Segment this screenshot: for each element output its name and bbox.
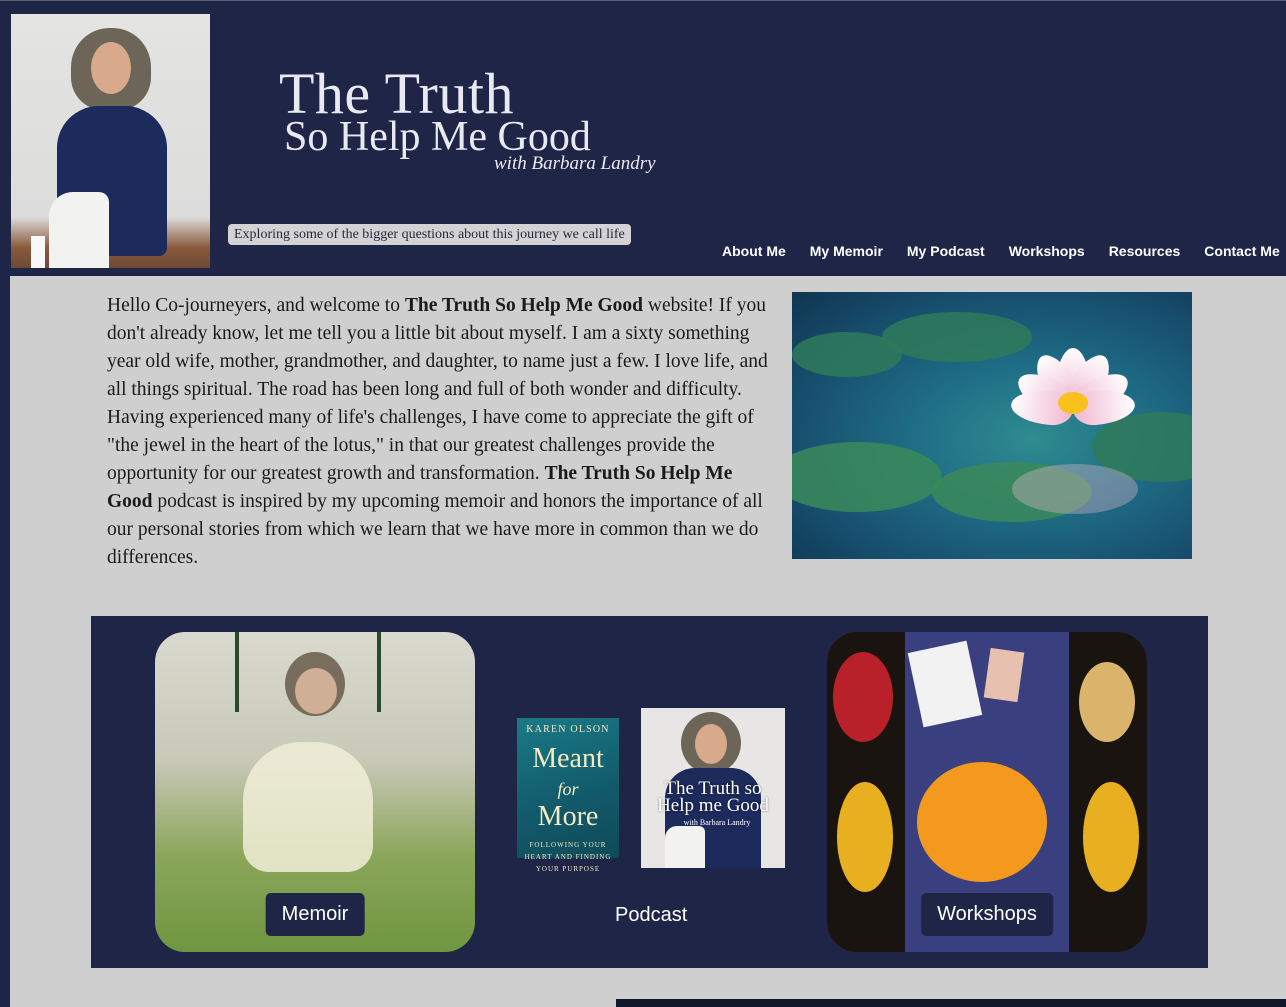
nav-workshops[interactable]: Workshops: [997, 242, 1097, 262]
book-title-line-3: More: [537, 801, 599, 832]
intro-text-2: website! If you don't already know, let …: [107, 295, 768, 484]
nav-about-me[interactable]: About Me: [710, 242, 798, 262]
nav-my-podcast[interactable]: My Podcast: [895, 242, 997, 262]
nav-contact-me[interactable]: Contact Me: [1192, 242, 1286, 262]
podcast-cover-image[interactable]: The Truth so Help me Good with Barbara L…: [641, 708, 785, 868]
author-portrait-image: [11, 14, 210, 268]
podcast-cover-byline: with Barbara Landry: [683, 818, 751, 827]
book-title: Meant for More: [521, 745, 615, 831]
lotus-flower-image: [792, 292, 1192, 559]
book-title-line-2: for: [557, 779, 579, 799]
podcast-cover-title: The Truth so Help me Good: [657, 778, 769, 816]
site-tagline: Exploring some of the bigger questions a…: [228, 224, 631, 245]
intro-text-1: Hello Co-journeyers, and welcome to: [107, 295, 405, 316]
memoir-button[interactable]: Memoir: [265, 893, 365, 936]
book-author: KAREN OLSON: [526, 724, 610, 735]
nav-my-memoir[interactable]: My Memoir: [798, 242, 895, 262]
book-subtitle: FOLLOWING YOUR HEART AND FINDING YOUR PU…: [524, 841, 612, 873]
workshops-card[interactable]: Workshops: [827, 632, 1147, 952]
intro-text-3: podcast is inspired by my upcoming memoi…: [107, 491, 763, 568]
book-title-line-1: Meant: [532, 743, 604, 774]
footer-edge: [616, 999, 1286, 1007]
content-area: Hello Co-journeyers, and welcome to The …: [10, 276, 1286, 1007]
nav-resources[interactable]: Resources: [1097, 242, 1193, 262]
site-byline: with Barbara Landry: [494, 153, 656, 174]
podcast-link[interactable]: Podcast: [615, 904, 687, 926]
memoir-card[interactable]: Memoir: [155, 632, 475, 952]
book-cover-image[interactable]: KAREN OLSON Meant for More FOLLOWING YOU…: [517, 718, 619, 873]
intro-paragraph: Hello Co-journeyers, and welcome to The …: [107, 292, 775, 572]
main-nav: About Me My Memoir My Podcast Workshops …: [710, 242, 1286, 262]
intro-bold-title-1: The Truth So Help Me Good: [404, 295, 644, 316]
workshops-button[interactable]: Workshops: [921, 893, 1053, 936]
features-section: Memoir KAREN OLSON Meant for More FOLLOW…: [91, 616, 1208, 968]
site-header: The Truth So Help Me Good with Barbara L…: [0, 0, 1286, 276]
